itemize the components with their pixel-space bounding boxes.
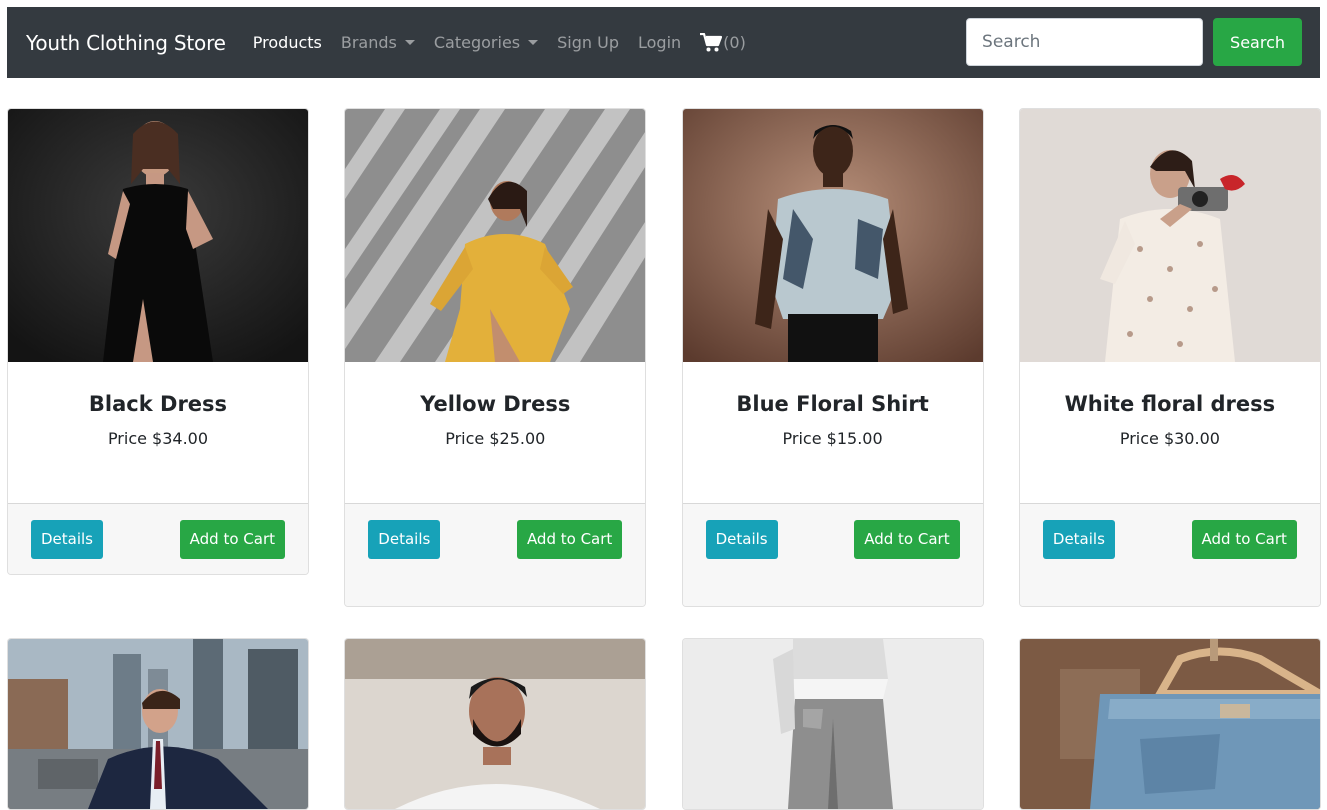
- product-card: [1018, 638, 1321, 810]
- product-price: Price $25.00: [445, 429, 546, 448]
- nav-link-login[interactable]: Login: [638, 33, 681, 52]
- product-card: White floral dress Price $30.00 Details …: [1018, 108, 1321, 607]
- product-image[interactable]: [345, 639, 646, 809]
- nav-links: Products Brands Categories Sign Up Login…: [253, 32, 746, 53]
- nav-link-signup[interactable]: Sign Up: [557, 33, 619, 52]
- product-image[interactable]: [1019, 109, 1320, 362]
- product-image[interactable]: [682, 109, 983, 362]
- nav-dropdown-brands-label: Brands: [340, 33, 397, 52]
- product-card: Yellow Dress Price $25.00 Details Add to…: [344, 108, 647, 607]
- card-body: White floral dress Price $30.00: [1020, 362, 1320, 503]
- product-image[interactable]: [682, 639, 983, 809]
- details-button[interactable]: Details: [705, 520, 778, 559]
- product-name: Black Dress: [88, 392, 228, 416]
- caret-down-icon: [528, 40, 539, 45]
- cart-count: (0): [723, 33, 746, 52]
- product-price: Price $34.00: [107, 429, 209, 448]
- product-grid: Black Dress Price $34.00 Details Add to …: [7, 108, 1321, 810]
- product-card: [344, 638, 647, 810]
- brand-logo[interactable]: Youth Clothing Store: [26, 31, 226, 55]
- card-body: Blue Floral Shirt Price $15.00: [683, 362, 983, 503]
- product-name: Blue Floral Shirt: [736, 392, 929, 416]
- nav-dropdown-categories[interactable]: Categories: [433, 33, 539, 52]
- product-image[interactable]: [8, 639, 308, 809]
- add-to-cart-button[interactable]: Add to Cart: [1191, 520, 1297, 559]
- nav-dropdown-brands[interactable]: Brands: [341, 33, 415, 52]
- product-image[interactable]: [345, 109, 646, 362]
- nav-link-products[interactable]: Products: [253, 33, 322, 52]
- details-button[interactable]: Details: [31, 520, 104, 559]
- product-card: Black Dress Price $34.00 Details Add to …: [7, 108, 309, 575]
- product-name: Yellow Dress: [420, 392, 571, 416]
- add-to-cart-button[interactable]: Add to Cart: [854, 520, 960, 559]
- card-footer: Details Add to Cart: [8, 503, 308, 574]
- caret-down-icon: [404, 40, 415, 45]
- card-footer: Details Add to Cart: [1019, 503, 1320, 606]
- search-input[interactable]: [966, 18, 1204, 66]
- add-to-cart-button[interactable]: Add to Cart: [516, 520, 623, 559]
- nav-dropdown-categories-label: Categories: [433, 33, 521, 52]
- card-body: Black Dress Price $34.00: [8, 362, 308, 503]
- search-button[interactable]: Search: [1213, 18, 1302, 66]
- cart-link[interactable]: (0): [700, 32, 746, 53]
- product-card: [7, 638, 309, 810]
- search-form: Search: [966, 18, 1302, 66]
- cart-icon: [700, 32, 723, 51]
- card-footer: Details Add to Cart: [682, 503, 983, 606]
- product-name: White floral dress: [1064, 392, 1276, 416]
- product-price: Price $30.00: [1119, 429, 1220, 448]
- product-image[interactable]: [8, 109, 308, 362]
- card-footer: Details Add to Cart: [345, 503, 646, 606]
- details-button[interactable]: Details: [1042, 520, 1115, 559]
- product-price: Price $15.00: [782, 429, 883, 448]
- product-card: Blue Floral Shirt Price $15.00 Details A…: [681, 108, 984, 607]
- card-body: Yellow Dress Price $25.00: [345, 362, 645, 503]
- product-image[interactable]: [1019, 639, 1320, 809]
- product-card: [681, 638, 984, 810]
- navbar: Youth Clothing Store Products Brands Cat…: [7, 7, 1320, 78]
- details-button[interactable]: Details: [368, 520, 441, 559]
- add-to-cart-button[interactable]: Add to Cart: [179, 520, 285, 559]
